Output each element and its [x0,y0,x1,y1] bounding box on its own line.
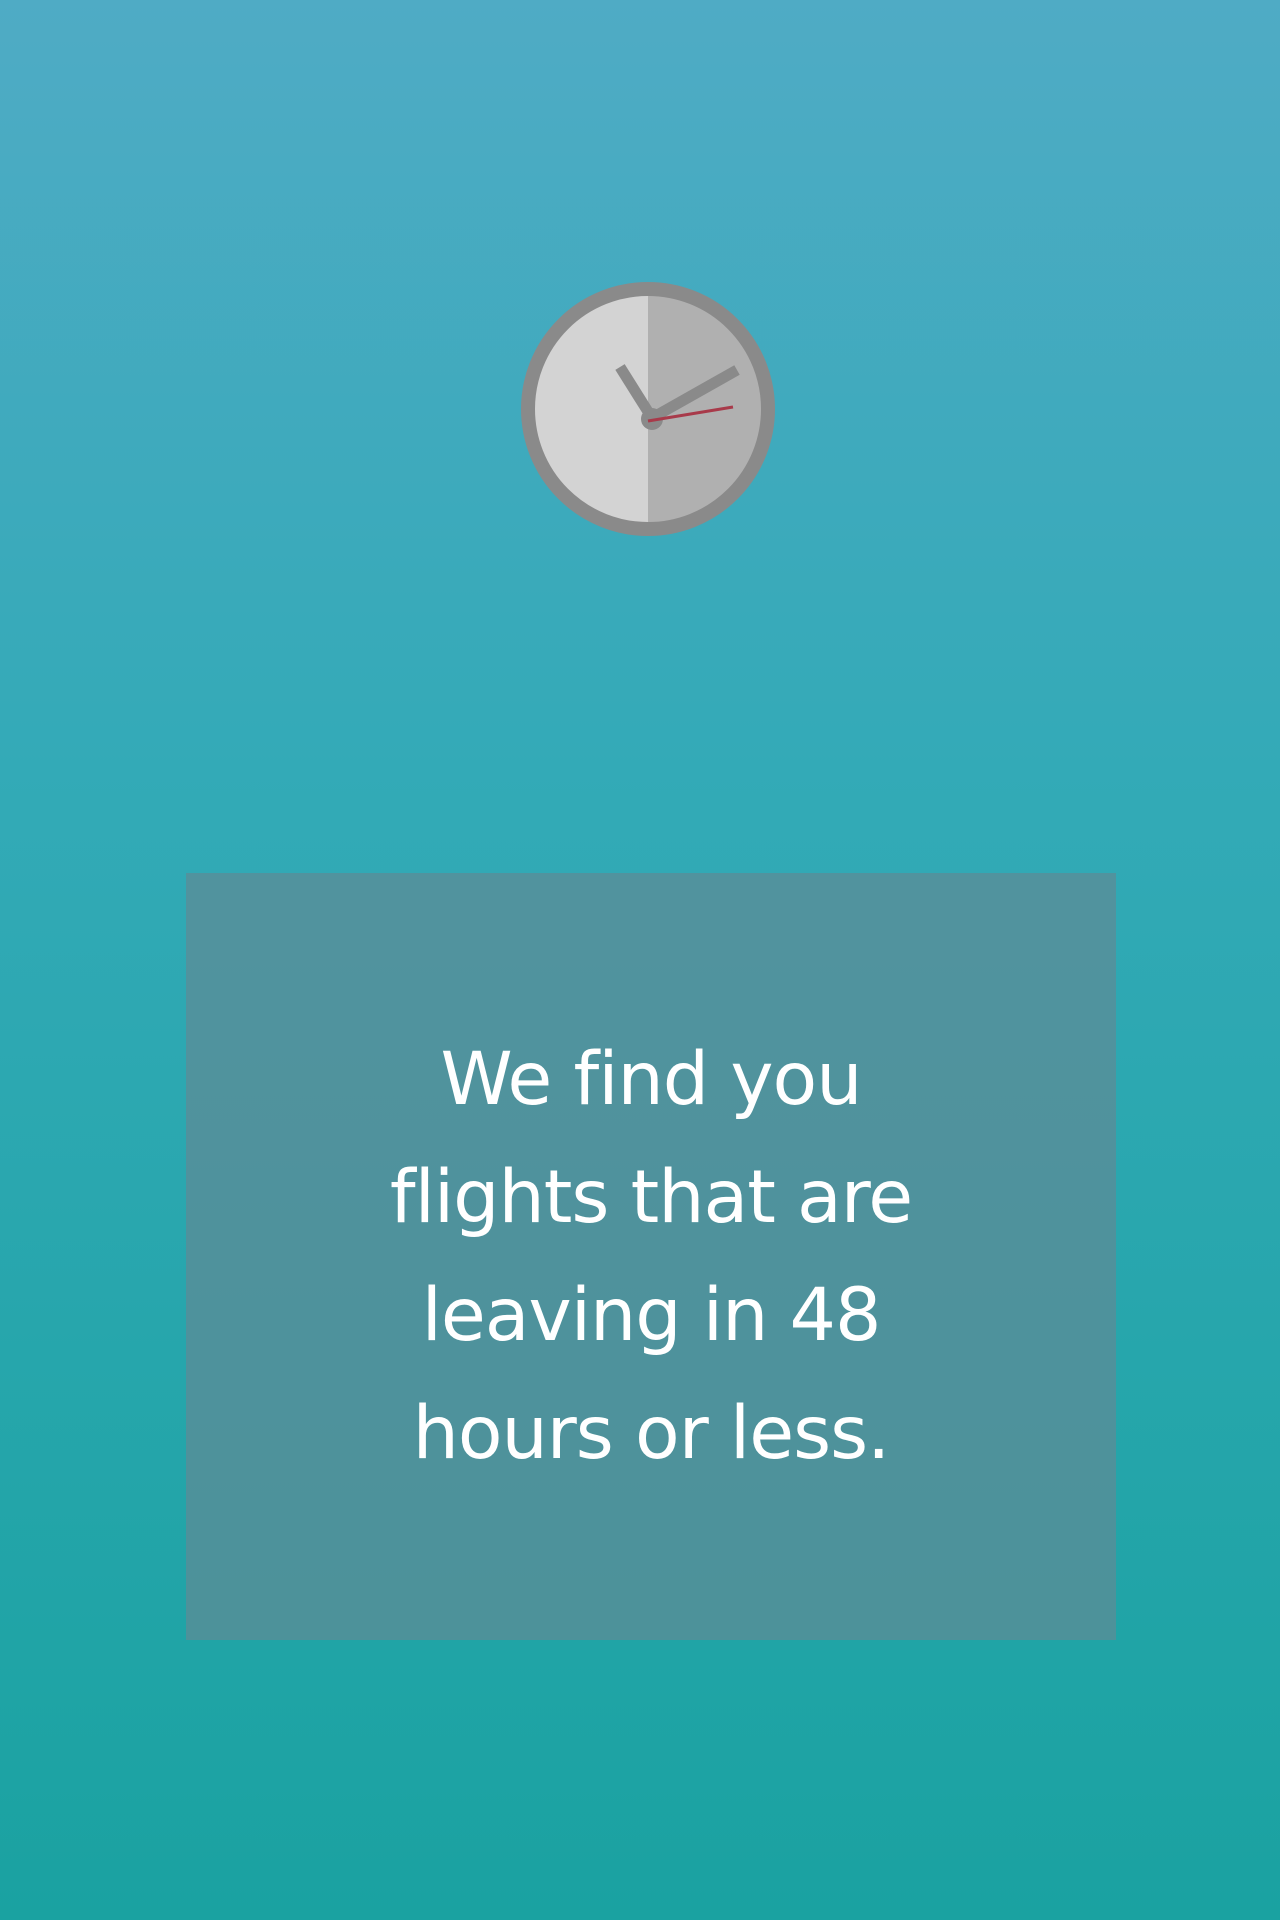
clock-icon [520,281,776,537]
clock-graphic [521,282,775,536]
message-panel: We find you flights that are leaving in … [186,873,1116,1640]
message-text: We find you flights that are leaving in … [389,1036,913,1476]
